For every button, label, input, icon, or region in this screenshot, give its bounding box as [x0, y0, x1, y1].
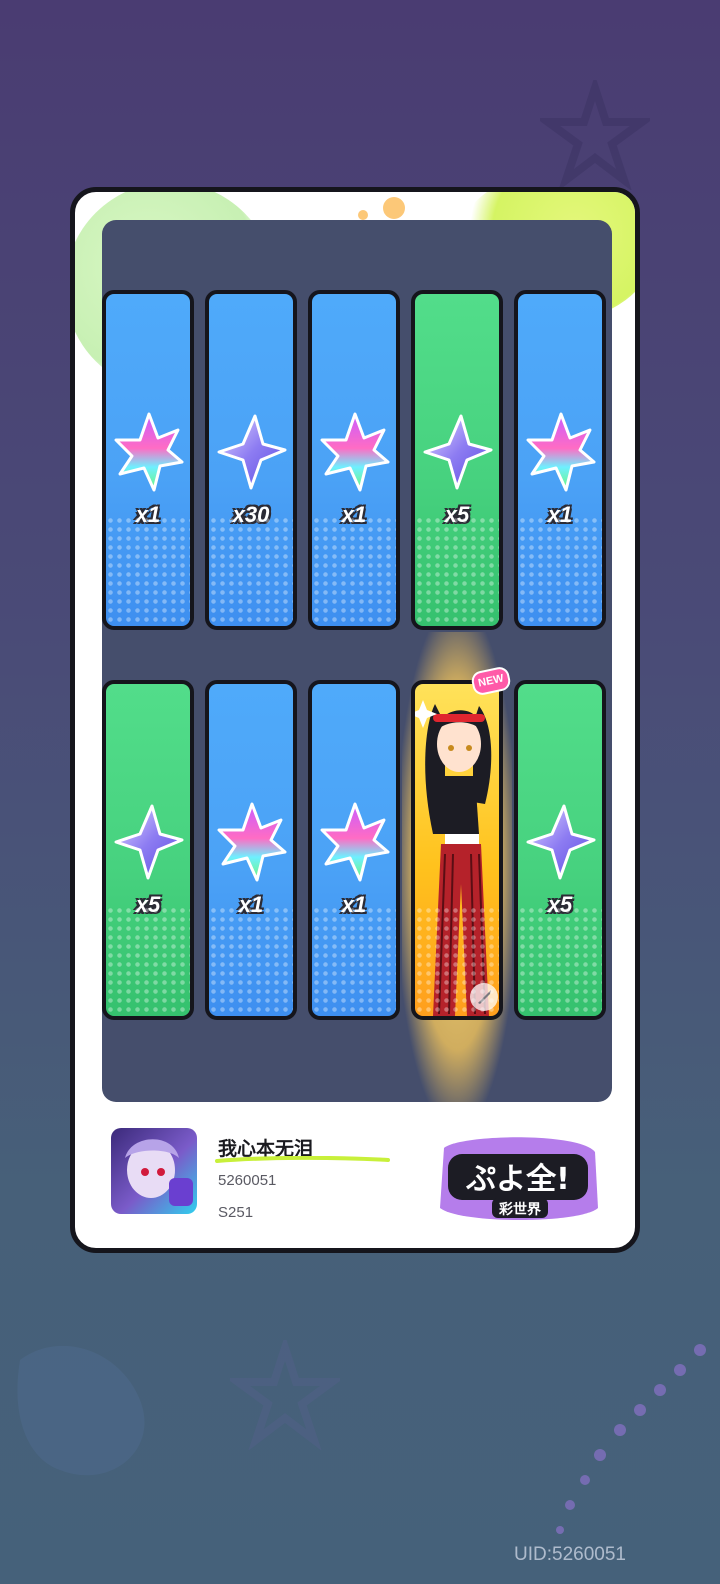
purple-gem-icon — [114, 804, 184, 880]
character-card[interactable] — [411, 680, 503, 1020]
reward-card[interactable]: x5 — [102, 680, 194, 1020]
reward-card[interactable]: x5 — [514, 680, 606, 1020]
avatar[interactable] — [111, 1128, 197, 1214]
rainbow-gem-icon — [114, 412, 184, 492]
bg-star-bottom — [230, 1340, 340, 1450]
reward-quantity: x30 — [232, 502, 270, 527]
avatar-portrait — [125, 1139, 193, 1206]
reward-quantity: x5 — [547, 892, 573, 917]
character-portrait — [415, 700, 492, 1016]
bg-splash-bottom — [17, 1345, 145, 1476]
purple-gem-icon — [526, 804, 596, 880]
uid-label: UID:5260051 — [514, 1544, 626, 1565]
bg-dots-bottom — [556, 1344, 706, 1534]
reward-card[interactable]: x5 — [411, 290, 503, 630]
reward-quantity: x1 — [135, 502, 161, 527]
reward-card[interactable]: x1 — [308, 290, 400, 630]
player-id: 5260051 — [218, 1172, 277, 1189]
game-logo: ぷよ全! 彩世界 — [430, 1128, 605, 1228]
reward-quantity: x1 — [238, 892, 264, 917]
reward-quantity: x1 — [341, 502, 367, 527]
reward-card[interactable]: x1 — [308, 680, 400, 1020]
name-underline — [215, 1156, 390, 1163]
result-card: x1 x30 x1 x5 x1 x5 x1 x1 NEW x5 我心本无泪 52… — [70, 187, 640, 1253]
reward-grid: x1 x30 x1 x5 x1 x5 x1 x1 NEW x5 — [102, 220, 612, 1102]
reward-card[interactable]: x1 — [102, 290, 194, 630]
reward-card[interactable]: x1 — [514, 290, 606, 630]
reward-quantity: x1 — [547, 502, 573, 527]
decor-dot — [383, 197, 405, 219]
player-footer: 我心本无泪 5260051 S251 ぷよ全! 彩世界 — [75, 1112, 635, 1248]
logo-main-text: ぷよ全! — [465, 1162, 570, 1197]
sword-icon — [470, 983, 498, 1011]
rainbow-gem-icon — [320, 802, 390, 882]
rainbow-gem-icon — [217, 802, 287, 882]
reward-quantity: x1 — [341, 892, 367, 917]
rainbow-gem-icon — [526, 412, 596, 492]
reward-quantity: x5 — [135, 892, 161, 917]
logo-sub-text: 彩世界 — [498, 1201, 542, 1218]
decor-dot — [358, 210, 368, 220]
bg-star-top — [540, 80, 650, 190]
rainbow-gem-icon — [320, 412, 390, 492]
purple-gem-icon — [217, 414, 287, 490]
reward-quantity: x5 — [444, 502, 470, 527]
player-server: S251 — [218, 1204, 254, 1221]
reward-card[interactable]: x1 — [205, 680, 297, 1020]
purple-gem-icon — [423, 414, 493, 490]
reward-card[interactable]: x30 — [205, 290, 297, 630]
